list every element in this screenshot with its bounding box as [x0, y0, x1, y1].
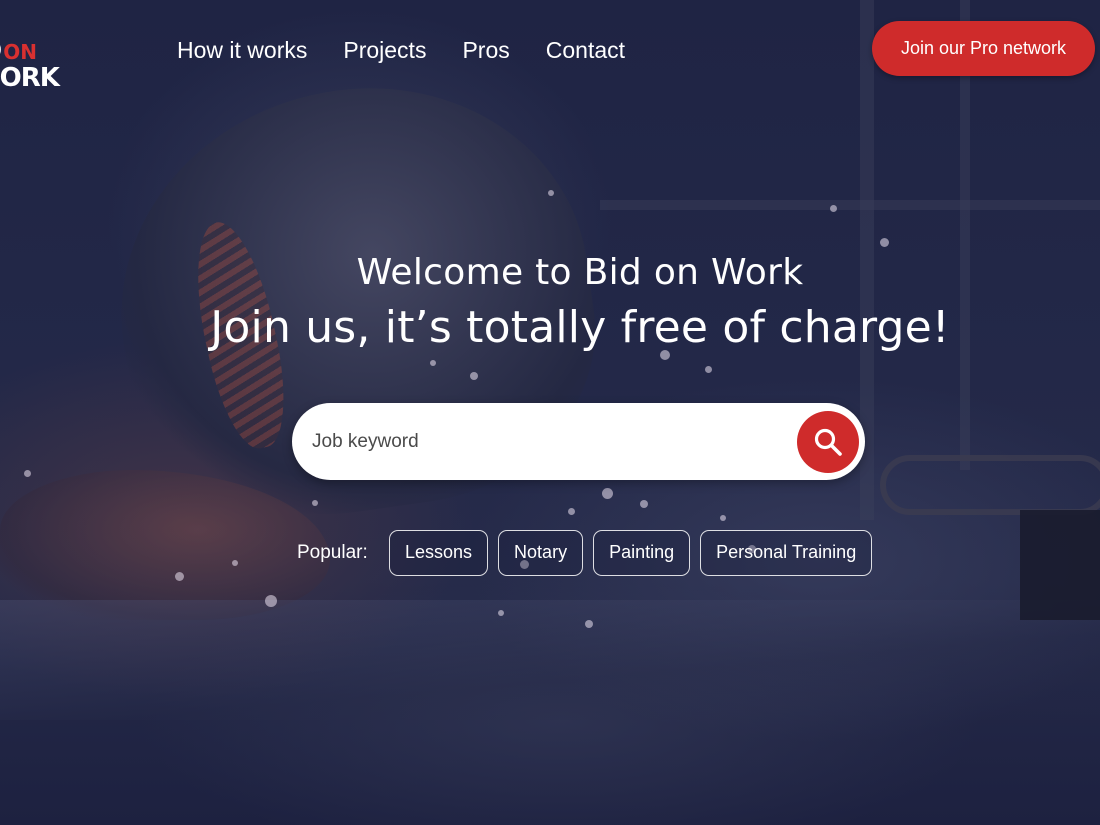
- popular-label: Popular:: [297, 542, 368, 563]
- search-icon: [814, 428, 842, 456]
- nav-how-it-works[interactable]: How it works: [177, 34, 307, 66]
- popular-tag-painting[interactable]: Painting: [593, 530, 691, 576]
- spark: [880, 238, 889, 247]
- spark: [830, 205, 837, 212]
- search-button[interactable]: [797, 411, 859, 473]
- join-pro-network-button[interactable]: Join our Pro network: [872, 21, 1095, 76]
- welcome-heading: Welcome to Bid on Work: [356, 252, 804, 293]
- logo-line-1: IDON: [0, 38, 59, 65]
- popular-tag-notary[interactable]: Notary: [498, 530, 584, 576]
- spark: [720, 515, 726, 521]
- background-block: [1020, 510, 1100, 620]
- workbench: [0, 600, 1100, 720]
- popular-tag-lessons[interactable]: Lessons: [389, 530, 489, 576]
- spark: [312, 500, 318, 506]
- main-nav: How it works Projects Pros Contact: [177, 34, 625, 66]
- spark: [705, 366, 712, 373]
- spark: [585, 620, 593, 628]
- popular-tags: Lessons Notary Painting Personal Trainin…: [389, 530, 873, 576]
- spark: [175, 572, 184, 581]
- job-keyword-input[interactable]: [312, 421, 782, 463]
- spark: [548, 190, 554, 196]
- logo-text-on: ON: [3, 40, 38, 64]
- spark: [568, 508, 575, 515]
- spark: [602, 488, 613, 499]
- popular-tag-personal-training[interactable]: Personal Training: [700, 530, 873, 576]
- logo-text-id: ID: [0, 36, 2, 66]
- bid-on-work-logo[interactable]: IDON WORK: [0, 38, 60, 93]
- spark: [640, 500, 648, 508]
- spark: [24, 470, 31, 477]
- spark: [470, 372, 478, 380]
- spark: [498, 610, 504, 616]
- logo-text-work: WORK: [0, 63, 60, 93]
- nav-pros[interactable]: Pros: [462, 34, 509, 66]
- background-pipe: [600, 200, 1100, 210]
- nav-contact[interactable]: Contact: [546, 34, 625, 66]
- spark: [265, 595, 277, 607]
- job-search-bar: [292, 403, 865, 480]
- hero-tagline: Join us, it’s totally free of charge!: [210, 302, 950, 353]
- spark: [430, 360, 436, 366]
- spark: [232, 560, 238, 566]
- site-header: IDON WORK How it works Projects Pros Con…: [0, 0, 1100, 100]
- nav-projects[interactable]: Projects: [343, 34, 426, 66]
- background-ring: [880, 455, 1100, 515]
